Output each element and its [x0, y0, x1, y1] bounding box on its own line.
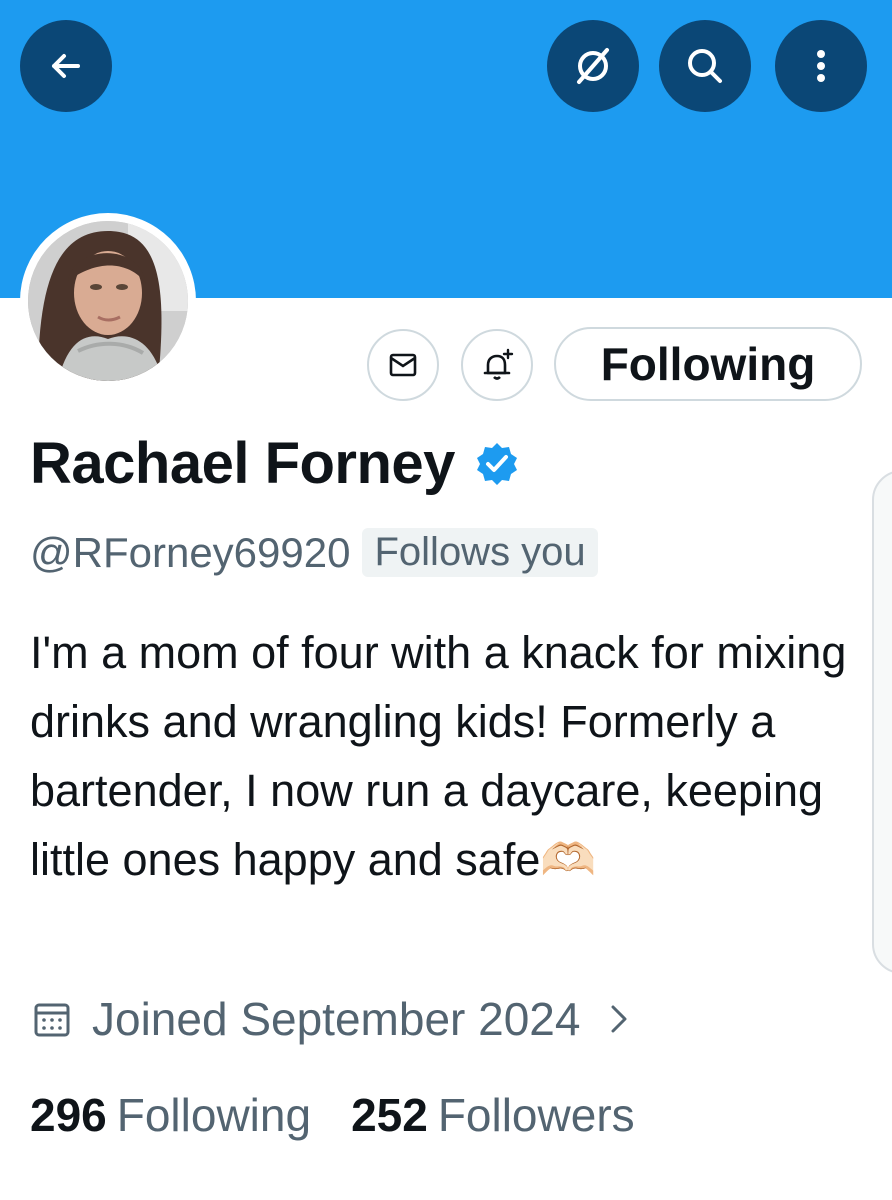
grok-button[interactable] — [547, 20, 639, 112]
following-label: Following — [116, 1089, 312, 1141]
back-button[interactable] — [20, 20, 112, 112]
following-stat[interactable]: 296 Following — [30, 1088, 311, 1142]
calendar-icon — [34, 1003, 70, 1037]
followers-label: Followers — [437, 1089, 635, 1141]
arrow-left-icon — [52, 54, 80, 78]
following-button[interactable]: Following — [554, 327, 862, 401]
verified-badge-icon — [476, 442, 517, 485]
handle-row: @RForney69920 Follows you — [30, 528, 598, 577]
bell-plus-icon — [483, 348, 514, 380]
notifications-button[interactable] — [461, 329, 533, 401]
profile-photo — [28, 221, 188, 381]
search-button[interactable] — [659, 20, 751, 112]
side-card-edge — [872, 470, 892, 974]
name-row: Rachael Forney — [30, 430, 521, 497]
grok-icon — [577, 48, 609, 84]
envelope-icon — [389, 353, 417, 377]
more-button[interactable] — [775, 20, 867, 112]
username-handle: @RForney69920 — [30, 528, 351, 576]
follow-stats: 296 Following 252 Followers — [30, 1088, 635, 1142]
display-name: Rachael Forney — [30, 431, 455, 496]
follows-you-badge: Follows you — [362, 528, 598, 577]
following-count: 296 — [30, 1089, 107, 1141]
avatar[interactable] — [20, 213, 196, 389]
search-icon — [688, 49, 722, 83]
more-vertical-icon — [817, 50, 825, 82]
message-button[interactable] — [367, 329, 439, 401]
profile-bio: I'm a mom of four with a knack for mixin… — [30, 627, 847, 885]
joined-row[interactable]: Joined September 2024 — [30, 992, 636, 1046]
chevron-right-icon — [611, 1005, 627, 1033]
followers-count: 252 — [351, 1089, 428, 1141]
joined-date: Joined September 2024 — [92, 993, 581, 1045]
followers-stat[interactable]: 252 Followers — [351, 1088, 635, 1142]
